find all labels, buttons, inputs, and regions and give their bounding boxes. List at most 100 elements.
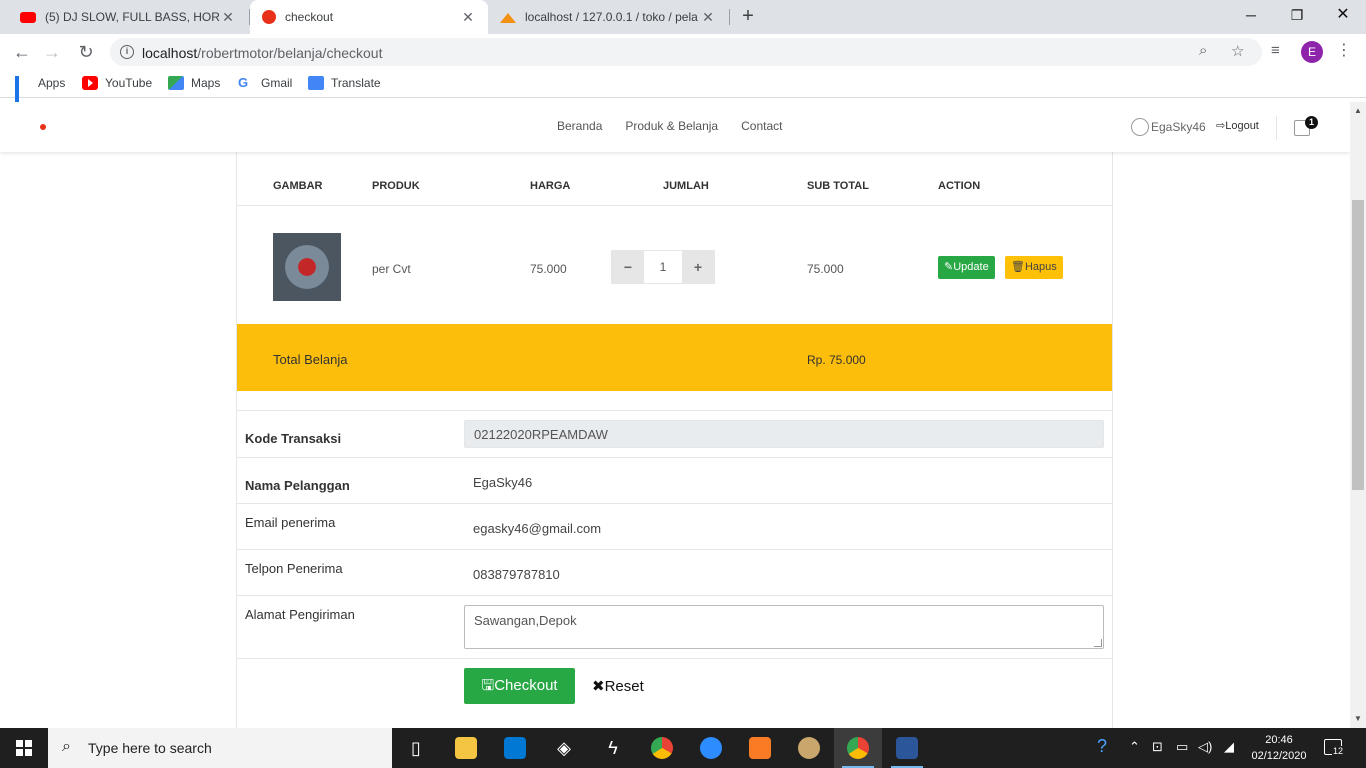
close-icon[interactable]: ✕ — [700, 9, 716, 26]
taskbar-search[interactable]: ⌕ Type here to search — [48, 728, 392, 768]
file-explorer-icon[interactable] — [442, 728, 490, 768]
tab-checkout[interactable]: checkout ✕ — [250, 0, 488, 34]
bookmark-youtube[interactable]: YouTube — [82, 76, 152, 90]
forward-button[interactable]: → — [40, 40, 64, 64]
word-icon[interactable] — [883, 728, 931, 768]
page-viewport: Beranda Produk & Belanja Contact EgaSky4… — [0, 102, 1350, 728]
scroll-up-icon[interactable]: ▲ — [1354, 106, 1362, 115]
bookmark-star-icon[interactable]: ☆ — [1231, 42, 1244, 60]
row-email: Email penerima egasky46@gmail.com — [237, 503, 1112, 549]
row-telpon: Telpon Penerima 083879787810 — [237, 549, 1112, 595]
menu-item-beranda[interactable]: Beranda — [557, 119, 602, 133]
minimize-button[interactable]: ─ — [1228, 0, 1274, 30]
scrollbar-thumb[interactable] — [1352, 200, 1364, 490]
start-button[interactable] — [0, 728, 48, 768]
media-control-icon[interactable]: ≡ — [1271, 42, 1280, 59]
network-icon[interactable]: ⊡ — [1152, 739, 1163, 755]
tab-title: (5) DJ SLOW, FULL BASS, HOREG — [45, 10, 220, 24]
info-icon[interactable]: i — [120, 45, 134, 59]
bookmark-label: YouTube — [105, 76, 153, 90]
header-action: ACTION — [938, 180, 981, 192]
scroll-down-icon[interactable]: ▼ — [1354, 714, 1362, 723]
telpon-label: Telpon Penerima — [245, 561, 343, 576]
checkout-button[interactable]: 🖫Checkout — [464, 668, 575, 704]
tab-title: localhost / 127.0.0.1 / toko / pela — [525, 10, 698, 24]
total-value: Rp. 75.000 — [807, 353, 866, 367]
close-icon[interactable]: ✕ — [460, 9, 476, 26]
menu-kebab-icon[interactable]: ⋮ — [1336, 40, 1352, 60]
help-icon[interactable]: ? — [1097, 736, 1107, 757]
user-account[interactable]: EgaSky46 — [1131, 118, 1206, 136]
menu-item-contact[interactable]: Contact — [741, 119, 782, 133]
battery-icon[interactable]: ▭ — [1176, 739, 1188, 755]
dropbox-icon[interactable]: ◈ — [540, 728, 588, 768]
bookmark-apps[interactable]: Apps — [15, 76, 66, 112]
header-harga: HARGA — [530, 180, 571, 192]
user-icon — [1131, 118, 1149, 136]
site-favicon — [262, 10, 276, 24]
quantity-input[interactable]: 1 — [644, 251, 682, 283]
clock-time: 20:46 — [1265, 734, 1293, 746]
zoom-icon[interactable]: ⌕ — [1199, 42, 1207, 59]
url-text[interactable]: localhost/robertmotor/belanja/checkout — [142, 45, 382, 61]
increase-button[interactable]: + — [682, 251, 714, 283]
hapus-button[interactable]: 🗑Hapus — [1005, 256, 1063, 279]
logout-icon: ⇨ — [1216, 120, 1226, 132]
bookmark-translate[interactable]: Translate — [308, 76, 381, 90]
volume-icon[interactable]: ◁) — [1198, 739, 1212, 755]
bookmark-maps[interactable]: Maps — [168, 76, 220, 90]
logout-link[interactable]: ⇨Logout — [1216, 119, 1259, 132]
bookmark-label: Translate — [331, 76, 381, 90]
update-button[interactable]: ✎Update — [938, 256, 995, 279]
new-tab-button[interactable]: + — [737, 5, 759, 27]
telpon-value: 083879787810 — [473, 567, 560, 582]
quantity-stepper: − 1 + — [611, 250, 715, 284]
chrome-active-icon[interactable] — [834, 728, 882, 768]
address-bar[interactable]: i localhost/robertmotor/belanja/checkout… — [110, 38, 1262, 66]
save-icon: 🖫 — [481, 677, 495, 694]
translate-icon — [308, 76, 324, 90]
chevron-up-icon[interactable]: ⌃ — [1129, 739, 1140, 755]
profile-avatar[interactable]: E — [1301, 41, 1323, 63]
bookmark-label: Gmail — [261, 76, 293, 90]
wifi-icon[interactable]: ◢ — [1224, 739, 1234, 755]
row-alamat: Alamat Pengiriman Sawangan,Depok — [237, 595, 1112, 658]
reload-button[interactable]: ↻ — [74, 40, 98, 64]
edit-icon: ✎ — [944, 261, 954, 273]
task-view-icon[interactable]: ▯ — [392, 728, 440, 768]
tab-youtube[interactable]: (5) DJ SLOW, FULL BASS, HOREG ✕ — [8, 0, 248, 34]
chrome-icon[interactable] — [638, 728, 686, 768]
tab-phpmyadmin[interactable]: localhost / 127.0.0.1 / toko / pela ✕ — [488, 0, 728, 34]
restore-button[interactable]: ❐ — [1274, 0, 1320, 30]
row-nama-pelanggan: Nama Pelanggan EgaSky46 — [237, 457, 1112, 503]
decrease-button[interactable]: − — [612, 251, 644, 283]
table-row: per Cvt 75.000 − 1 + 75.000 ✎Update 🗑Hap… — [237, 206, 1112, 324]
menu-item-produk[interactable]: Produk & Belanja — [625, 119, 718, 133]
app-lightning-icon[interactable]: ϟ — [589, 728, 637, 768]
youtube-icon — [82, 76, 98, 90]
paint-icon[interactable] — [785, 728, 833, 768]
close-window-button[interactable]: ✕ — [1320, 0, 1366, 30]
notification-count: 12 — [1332, 746, 1345, 756]
close-icon[interactable]: ✕ — [220, 9, 236, 26]
maps-icon — [168, 76, 184, 90]
zoom-app-icon[interactable] — [687, 728, 735, 768]
row-actions: 🖫Checkout ✖Reset — [237, 658, 1112, 728]
site-logo[interactable] — [40, 124, 46, 130]
mail-icon[interactable] — [491, 728, 539, 768]
xampp-icon[interactable] — [736, 728, 784, 768]
alamat-label: Alamat Pengiriman — [245, 607, 355, 622]
header-divider — [1276, 116, 1277, 140]
bookmark-gmail[interactable]: G Gmail — [238, 75, 293, 91]
search-placeholder: Type here to search — [88, 740, 212, 756]
system-clock[interactable]: 20:46 02/12/2020 — [1244, 732, 1314, 764]
back-button[interactable]: ← — [10, 40, 34, 64]
google-icon: G — [238, 75, 249, 90]
bookmark-label: Apps — [38, 76, 66, 90]
item-subtotal: 75.000 — [807, 262, 844, 276]
row-kode-transaksi: Kode Transaksi 02122020RPEAMDAW — [237, 410, 1112, 457]
reset-button[interactable]: ✖Reset — [592, 677, 644, 695]
page-scrollbar[interactable]: ▲ ▼ — [1350, 102, 1366, 728]
alamat-textarea[interactable]: Sawangan,Depok — [464, 605, 1104, 649]
bookmark-label: Maps — [191, 76, 221, 90]
